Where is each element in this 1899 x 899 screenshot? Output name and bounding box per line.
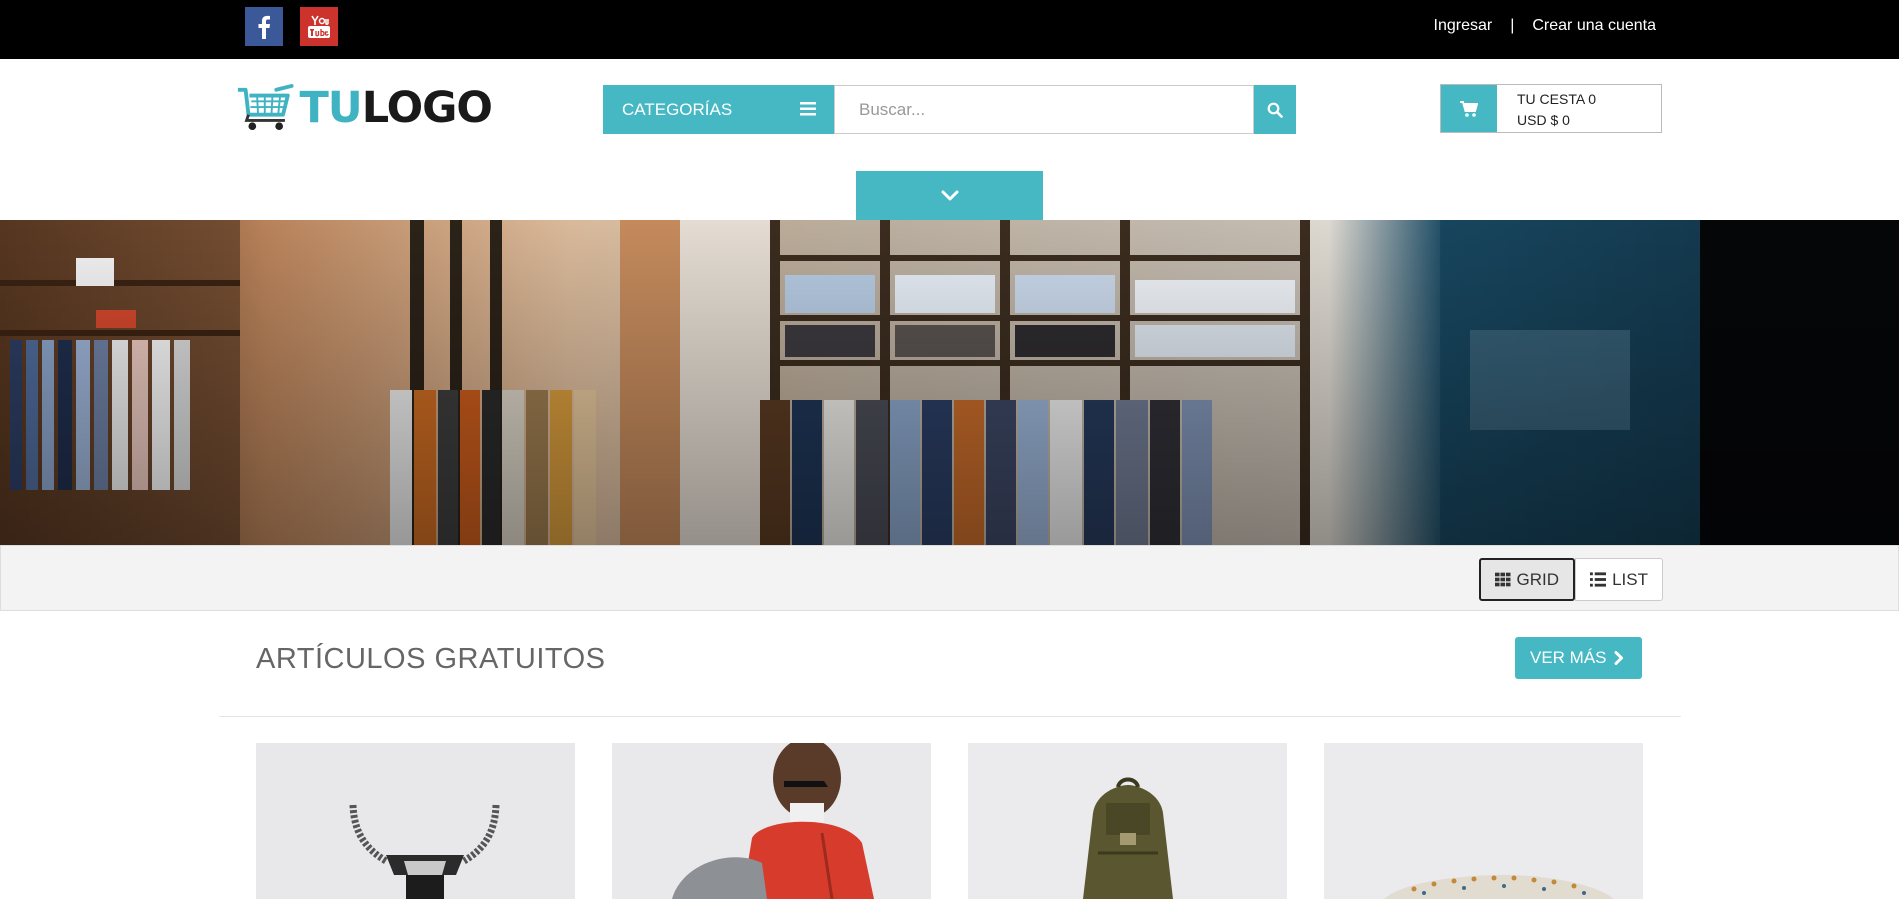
- chevron-down-icon: [941, 190, 958, 201]
- site-logo[interactable]: TULOGO: [236, 82, 493, 134]
- shopping-cart-logo-icon: [237, 84, 294, 131]
- search-icon: [1267, 102, 1283, 118]
- logo-text-part2: LOGO: [361, 83, 493, 133]
- cart-count: TU CESTA 0: [1517, 91, 1597, 107]
- jacket-model-image: [612, 743, 931, 899]
- youtube-icon: [308, 15, 330, 38]
- grid-view-label: GRID: [1516, 569, 1560, 589]
- menu-toggle-button[interactable]: [856, 171, 1043, 221]
- links-separator: |: [1510, 17, 1515, 34]
- logo-text-part1: TU: [299, 83, 362, 133]
- section-divider: [219, 716, 1681, 717]
- youtube-button[interactable]: [300, 7, 338, 46]
- list-view-label: LIST: [1612, 569, 1648, 589]
- categories-label: CATEGORÍAS: [622, 99, 733, 119]
- logo-text: TULOGO: [299, 83, 493, 133]
- account-links: Ingresar | Crear una cuenta: [1434, 17, 1657, 35]
- cart-text: TU CESTA 0 USD $ 0: [1497, 85, 1596, 132]
- grid-icon: [1495, 572, 1511, 587]
- cart-summary[interactable]: TU CESTA 0 USD $ 0: [1440, 84, 1662, 133]
- cart-icon-box: [1441, 85, 1497, 132]
- search-input[interactable]: [834, 85, 1254, 134]
- section-title: ARTÍCULOS GRATUITOS: [256, 643, 606, 675]
- chevron-right-icon: [1614, 651, 1623, 665]
- categories-button[interactable]: CATEGORÍAS: [603, 85, 834, 134]
- product-card[interactable]: [968, 743, 1287, 899]
- facebook-button[interactable]: [245, 7, 283, 46]
- list-icon: [1590, 572, 1607, 587]
- facebook-icon: [258, 15, 270, 39]
- register-link[interactable]: Crear una cuenta: [1532, 17, 1656, 35]
- product-card[interactable]: [1324, 743, 1643, 899]
- see-more-label: VER MÁS: [1530, 648, 1607, 667]
- grid-view-button[interactable]: GRID: [1479, 558, 1575, 601]
- cart-icon: [1460, 100, 1478, 117]
- hamburger-icon: [800, 102, 816, 116]
- product-card[interactable]: [256, 743, 575, 899]
- cart-total: USD $ 0: [1517, 112, 1570, 128]
- view-toolbar: GRID LIST: [0, 545, 1899, 611]
- top-bar: Ingresar | Crear una cuenta: [0, 0, 1899, 59]
- see-more-button[interactable]: VER MÁS: [1515, 637, 1642, 679]
- hero-banner-image: [0, 220, 1899, 545]
- backpack-image: [968, 743, 1287, 899]
- search-button[interactable]: [1254, 85, 1296, 134]
- login-link[interactable]: Ingresar: [1434, 17, 1493, 35]
- necklace-image: [256, 743, 575, 899]
- cap-image: [1324, 743, 1643, 899]
- list-view-button[interactable]: LIST: [1575, 558, 1663, 601]
- product-card[interactable]: [612, 743, 931, 899]
